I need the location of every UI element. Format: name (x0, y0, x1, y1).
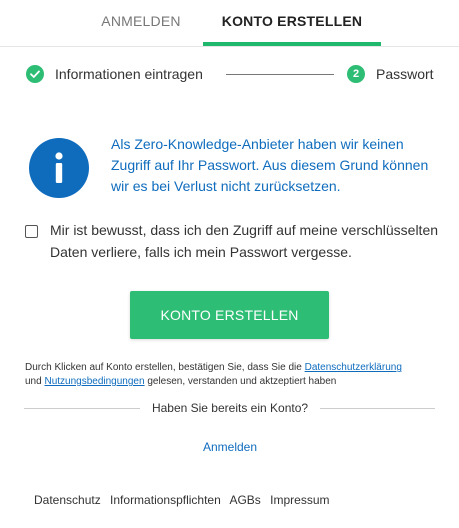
footer-link-terms[interactable]: AGBs (229, 493, 260, 507)
step1-check-icon (26, 65, 44, 83)
divider-left (24, 408, 140, 409)
tab-register[interactable]: KONTO ERSTELLEN (203, 0, 381, 46)
step2-number: 2 (347, 65, 365, 83)
check-icon (30, 70, 40, 78)
legal-notice: Durch Klicken auf Konto erstellen, bestä… (25, 361, 440, 389)
info-icon (29, 138, 89, 198)
footer-link-imprint[interactable]: Impressum (270, 493, 329, 507)
consent-label[interactable]: Mir ist bewusst, dass ich den Zugriff au… (50, 219, 440, 263)
consent-checkbox[interactable] (25, 225, 38, 238)
tab-login[interactable]: ANMELDEN (82, 0, 200, 44)
register-page: ANMELDEN KONTO ERSTELLEN Informationen e… (0, 0, 459, 528)
stepper: Informationen eintragen 2 Passwort (0, 58, 459, 92)
auth-tabs: ANMELDEN KONTO ERSTELLEN (0, 0, 459, 47)
legal-text-2: und (25, 376, 45, 387)
zero-knowledge-notice: Als Zero-Knowledge-Anbieter haben wir ke… (111, 136, 429, 194)
step1-label: Informationen eintragen (55, 66, 203, 82)
divider-right (320, 408, 435, 409)
footer: Datenschutz Informationspflichten AGBs I… (34, 493, 335, 509)
footer-link-privacy[interactable]: Datenschutz (34, 493, 101, 507)
login-link[interactable]: Anmelden (180, 440, 280, 454)
stepper-connector (226, 74, 334, 75)
existing-account-question: Haben Sie bereits ein Konto? (151, 401, 309, 415)
footer-link-information[interactable]: Informationspflichten (110, 493, 221, 507)
legal-text-3: gelesen, verstanden und aktzeptiert habe… (144, 376, 337, 387)
legal-text-1: Durch Klicken auf Konto erstellen, bestä… (25, 362, 305, 373)
terms-link[interactable]: Nutzungsbedingungen (44, 376, 144, 387)
privacy-policy-link[interactable]: Datenschutzerklärung (305, 362, 402, 373)
step2-label: Passwort (376, 66, 434, 82)
create-account-button[interactable]: KONTO ERSTELLEN (130, 291, 329, 339)
info-glyph (55, 152, 63, 183)
